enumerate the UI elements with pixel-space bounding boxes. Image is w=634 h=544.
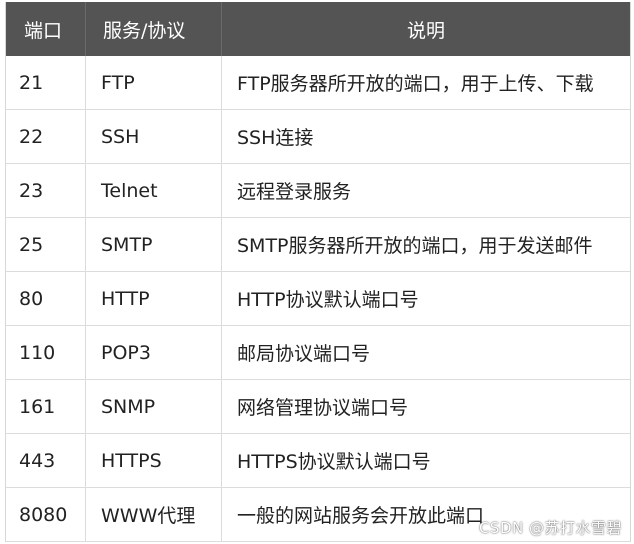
description-cell: 网络管理协议端口号 (237, 397, 409, 419)
description-cell: FTP服务器所开放的端口，用于上传、下载 (237, 73, 594, 95)
description-cell: SMTP服务器所开放的端口，用于发送邮件 (237, 235, 593, 257)
protocol-cell: WWW代理 (86, 488, 222, 541)
table-row: 25 SMTP SMTP服务器所开放的端口，用于发送邮件 (6, 218, 630, 272)
port-table: 端口 服务/协议 说明 21 FTP FTP服务器所开放的端口，用于上传、下载 … (5, 2, 631, 542)
port-cell: 21 (6, 56, 86, 109)
port-cell: 443 (6, 434, 86, 487)
protocol-cell: SSH (86, 110, 222, 163)
description-cell: SSH连接 (237, 127, 314, 149)
port-cell: 25 (6, 218, 86, 271)
watermark: CSDN @苏打水雪碧 (478, 519, 622, 537)
table-row: 80 HTTP HTTP协议默认端口号 (6, 272, 630, 326)
port-cell: 8080 (6, 488, 86, 541)
port-cell: 110 (6, 326, 86, 379)
table-header-row: 端口 服务/协议 说明 (6, 2, 630, 56)
description-cell: 远程登录服务 (237, 181, 352, 203)
port-cell: 80 (6, 272, 86, 325)
table-row: 23 Telnet 远程登录服务 (6, 164, 630, 218)
protocol-cell: SMTP (86, 218, 222, 271)
protocol-cell: Telnet (86, 164, 222, 217)
header-description: 说明 (406, 19, 445, 42)
protocol-cell: SNMP (86, 380, 222, 433)
port-cell: 161 (6, 380, 86, 433)
table-row: 161 SNMP 网络管理协议端口号 (6, 380, 630, 434)
protocol-cell: POP3 (86, 326, 222, 379)
table-row: 110 POP3 邮局协议端口号 (6, 326, 630, 380)
description-cell: 邮局协议端口号 (237, 343, 371, 365)
port-cell: 23 (6, 164, 86, 217)
protocol-cell: HTTPS (86, 434, 222, 487)
header-protocol: 服务/协议 (86, 2, 222, 56)
table-row: 21 FTP FTP服务器所开放的端口，用于上传、下载 (6, 56, 630, 110)
port-cell: 22 (6, 110, 86, 163)
protocol-cell: HTTP (86, 272, 222, 325)
table-row: 22 SSH SSH连接 (6, 110, 630, 164)
protocol-cell: FTP (86, 56, 222, 109)
description-cell: HTTPS协议默认端口号 (237, 451, 431, 473)
table-row: 443 HTTPS HTTPS协议默认端口号 (6, 434, 630, 488)
description-cell: HTTP协议默认端口号 (237, 289, 419, 311)
header-port: 端口 (6, 2, 86, 56)
